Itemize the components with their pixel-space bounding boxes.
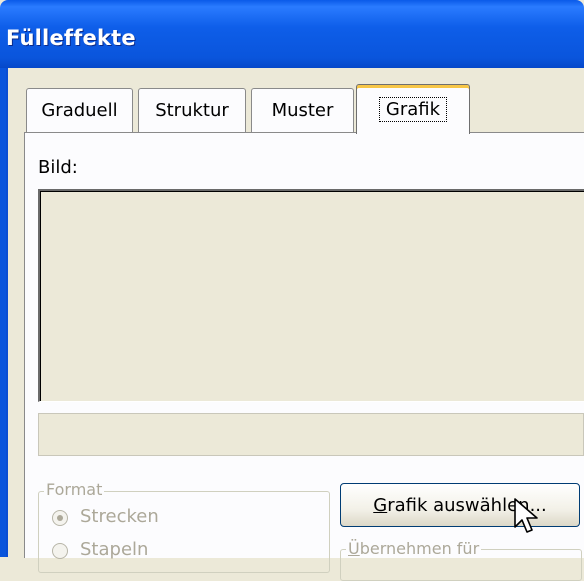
- window-title: Fülleffekte: [6, 26, 136, 50]
- picture-preview: [38, 189, 584, 402]
- picture-name-field: [38, 413, 584, 456]
- radio-strecken-label: Strecken: [80, 506, 159, 527]
- tab-struktur[interactable]: Struktur: [138, 88, 246, 132]
- tab-graduell[interactable]: Graduell: [26, 88, 133, 132]
- title-bar[interactable]: Fülleffekte: [0, 0, 584, 68]
- mouse-cursor-icon: [514, 498, 538, 533]
- picture-label: Bild:: [38, 157, 78, 178]
- tab-struktur-label: Struktur: [155, 100, 229, 121]
- format-group: [38, 491, 330, 573]
- radio-strecken[interactable]: [52, 510, 68, 526]
- tab-grafik[interactable]: Grafik: [356, 84, 470, 134]
- select-picture-button[interactable]: Grafik auswählen...: [340, 483, 580, 527]
- tab-muster-label: Muster: [271, 100, 334, 121]
- format-group-label: Format: [44, 480, 105, 499]
- tab-graduell-label: Graduell: [41, 100, 118, 121]
- window-frame-left-inner: [6, 68, 8, 557]
- tab-muster[interactable]: Muster: [251, 88, 354, 132]
- tab-grafik-label: Grafik: [378, 97, 448, 122]
- apply-group-label: Übernehmen für: [346, 539, 482, 558]
